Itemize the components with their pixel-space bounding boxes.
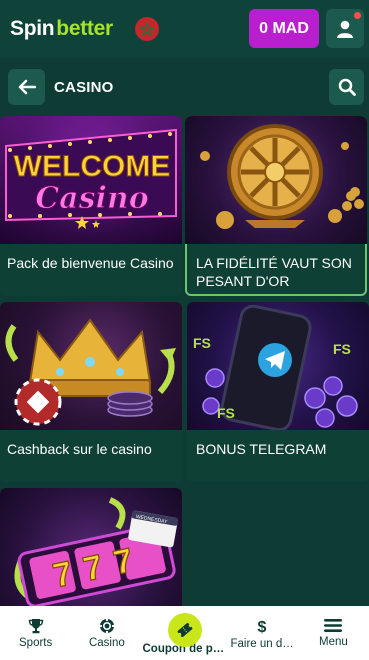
welcome-casino-image: WELCOME Casino: [0, 116, 182, 244]
promo-card-slot-777[interactable]: 777 WEDNESDAY: [0, 488, 182, 618]
svg-text:Casino: Casino: [35, 181, 148, 216]
promo-card-telegram[interactable]: FS FS FS BONUS TELEGRAM: [187, 302, 369, 482]
nav-label: Menu: [318, 636, 348, 648]
search-button[interactable]: [329, 69, 364, 105]
nav-label: Sports: [19, 637, 53, 649]
bottom-navigation: Sports Casino Coupon de pari $ Faire un …: [0, 606, 369, 660]
trophy-icon: [28, 619, 43, 634]
svg-text:$: $: [258, 619, 267, 635]
promo-card-welcome-casino[interactable]: WELCOME Casino Pack de bienvenue Casino: [0, 116, 182, 296]
svg-text:FS: FS: [193, 335, 211, 351]
svg-text:WELCOME: WELCOME: [14, 150, 171, 183]
arrow-left-icon: [18, 79, 36, 95]
card-caption: LA FIDÉLITÉ VAUT SON PESANT D'OR: [196, 255, 352, 289]
card-caption: Pack de bienvenue Casino: [7, 255, 174, 271]
svg-text:FS: FS: [217, 405, 235, 421]
logo-text-spin: Spin: [10, 17, 55, 40]
cashback-crown-image: [0, 302, 182, 430]
promo-card-loyalty[interactable]: LA FIDÉLITÉ VAUT SON PESANT D'OR: [185, 116, 367, 296]
back-button[interactable]: [8, 69, 45, 105]
nav-item-sports[interactable]: Sports: [0, 606, 71, 660]
logo-text-better: better: [56, 17, 113, 40]
spinbetter-logo[interactable]: Spin better: [10, 17, 113, 41]
nav-item-deposit[interactable]: $ Faire un d…: [227, 606, 298, 660]
search-icon: [338, 78, 356, 96]
morocco-flag-icon[interactable]: [134, 17, 159, 41]
chip-icon: [99, 618, 115, 634]
dollar-icon: $: [258, 619, 267, 635]
card-caption: Cashback sur le casino: [7, 441, 152, 457]
promo-card-cashback[interactable]: Cashback sur le casino: [0, 302, 182, 482]
telegram-bonus-image: FS FS FS: [187, 302, 369, 430]
nav-item-menu[interactable]: Menu: [298, 606, 369, 660]
section-header: CASINO: [0, 58, 369, 116]
nav-item-casino[interactable]: Casino: [71, 606, 142, 660]
nav-label: Faire un d…: [230, 638, 294, 650]
menu-icon: [324, 619, 343, 632]
notification-dot: [354, 12, 361, 19]
slot-777-image: 777 WEDNESDAY: [0, 488, 182, 618]
coupon-button[interactable]: [167, 613, 202, 647]
nav-label: Casino: [88, 637, 125, 649]
balance-button[interactable]: 0 MAD: [249, 9, 319, 48]
user-profile-button[interactable]: [326, 9, 364, 48]
loyalty-wheel-image: [185, 116, 367, 244]
nav-item-coupon[interactable]: Coupon de pari: [143, 606, 227, 660]
balance-amount: 0 MAD: [259, 19, 309, 37]
svg-text:FS: FS: [333, 341, 351, 357]
user-icon: [337, 20, 353, 38]
card-caption: BONUS TELEGRAM: [196, 441, 327, 457]
section-title: CASINO: [54, 79, 114, 96]
ticket-icon: [177, 623, 192, 637]
